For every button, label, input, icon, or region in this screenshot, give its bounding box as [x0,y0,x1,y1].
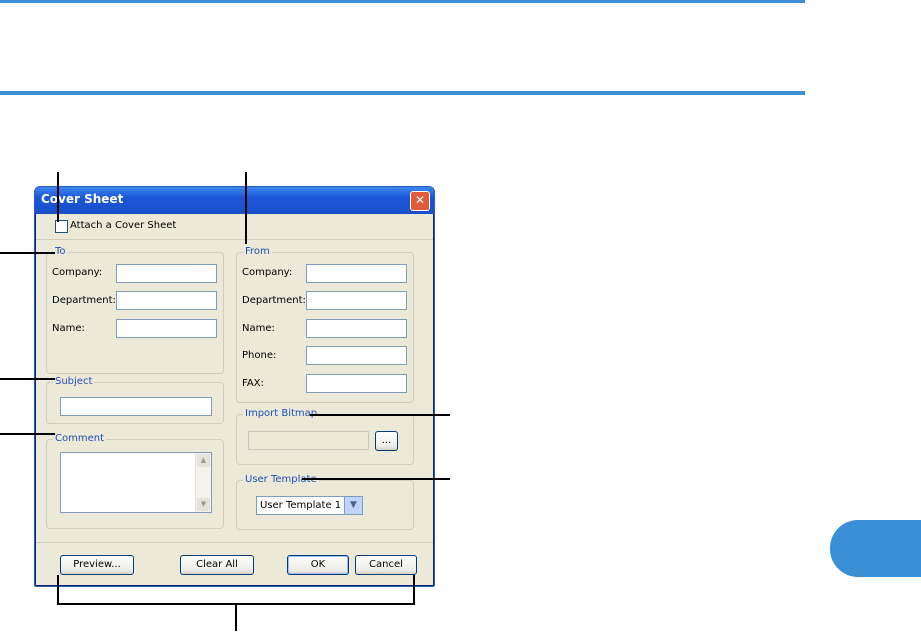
chevron-down-icon[interactable]: ▼ [344,497,362,514]
callout-comment [0,433,55,435]
callout-to [0,252,55,254]
callout-attach [57,172,59,222]
ok-button[interactable]: OK [287,555,349,575]
from-department-label: Department: [242,295,306,306]
from-phone-label: Phone: [242,350,277,361]
to-company-label: Company: [52,267,103,278]
to-legend: To [53,246,68,257]
subject-legend: Subject [53,376,95,387]
cover-sheet-dialog: Cover Sheet ✕ Attach a Cover Sheet To Co… [34,186,435,587]
separator-top [36,239,433,240]
user-template-value: User Template 1 [260,500,342,511]
from-name-input[interactable] [306,319,407,338]
callout-user-template [302,478,450,480]
to-department-label: Department: [52,295,116,306]
chapter-tab [830,520,921,577]
from-fax-label: FAX: [242,378,264,389]
from-legend: From [243,246,272,257]
attach-cover-sheet-label: Attach a Cover Sheet [70,220,177,231]
header-rule-top [0,0,805,3]
from-name-label: Name: [242,323,275,334]
from-company-input[interactable] [306,264,407,283]
callout-import-bitmap [310,414,450,416]
callout-cancel [413,575,415,605]
to-department-input[interactable] [116,291,217,310]
scroll-up-icon[interactable]: ▲ [197,454,210,467]
callout-preview [57,575,59,605]
preview-button[interactable]: Preview... [60,555,134,575]
comment-scrollbar[interactable]: ▲ ▼ [195,453,211,512]
title-bar[interactable]: Cover Sheet ✕ [35,187,434,214]
from-phone-input[interactable] [306,346,407,365]
callout-buttons [235,603,237,631]
callout-subject [0,378,55,380]
to-name-input[interactable] [116,319,217,338]
browse-button[interactable]: ... [375,431,398,451]
to-company-input[interactable] [116,264,217,283]
bitmap-path-input[interactable] [248,431,369,450]
subject-input[interactable] [60,397,212,416]
from-fax-input[interactable] [306,374,407,393]
from-department-input[interactable] [306,291,407,310]
comment-legend: Comment [53,433,106,444]
scroll-down-icon[interactable]: ▼ [197,498,210,511]
comment-textarea[interactable]: ▲ ▼ [60,452,212,513]
separator-bottom [36,542,433,543]
header-rule-bottom [0,91,805,95]
import-bitmap-legend: Import Bitmap [243,408,320,419]
from-company-label: Company: [242,267,293,278]
close-button[interactable]: ✕ [410,191,430,211]
cancel-button[interactable]: Cancel [355,555,417,575]
clear-all-button[interactable]: Clear All [180,555,254,575]
close-icon: ✕ [414,193,426,207]
window-title: Cover Sheet [41,192,124,206]
user-template-select[interactable]: User Template 1 ▼ [256,496,363,515]
callout-from [245,172,247,244]
to-name-label: Name: [52,323,85,334]
